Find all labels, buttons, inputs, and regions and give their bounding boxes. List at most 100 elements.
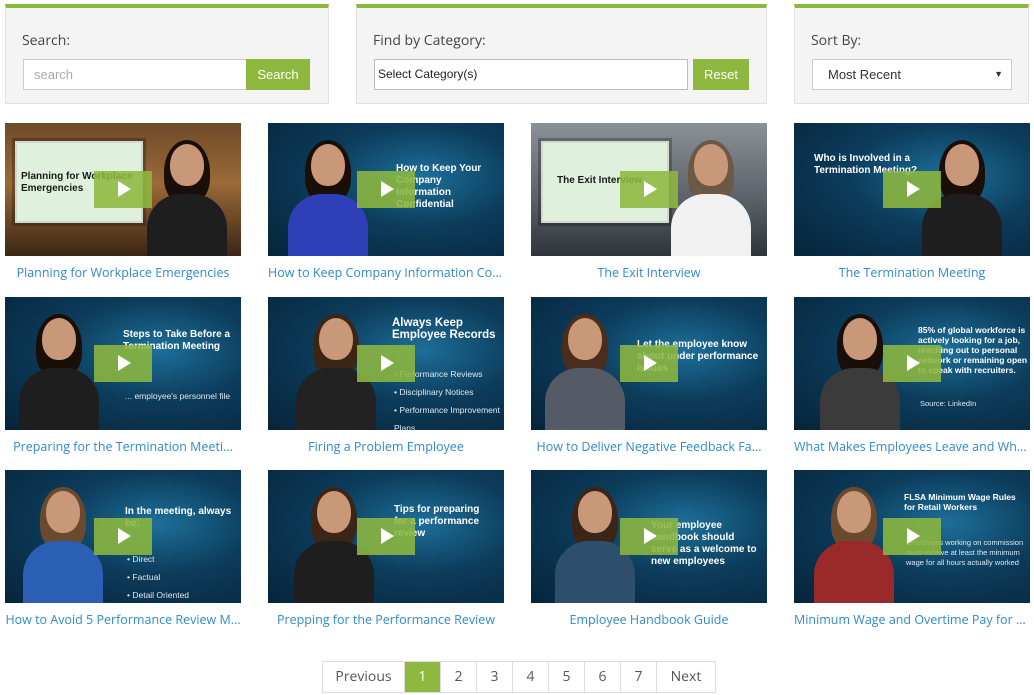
presenter-figure (19, 314, 99, 430)
presenter-head (46, 491, 80, 533)
video-thumbnail[interactable]: The Exit Interview (531, 123, 767, 256)
video-thumbnail[interactable]: How to Keep Your Company Information Con… (268, 123, 504, 256)
video-card[interactable]: How to Keep Your Company Information Con… (268, 123, 504, 281)
video-card[interactable]: Your employee handbook should serve as a… (531, 470, 767, 628)
thumbnail-bullets: Source: LinkedIn (920, 399, 1030, 409)
search-input[interactable] (23, 59, 247, 90)
video-thumbnail[interactable]: Who is Involved in a Termination Meeting… (794, 123, 1030, 256)
thumbnail-bullet-line: • Performance Improvement Plans (394, 405, 500, 430)
play-icon[interactable] (620, 171, 678, 208)
category-label: Find by Category: (373, 31, 486, 50)
presenter-head (578, 491, 612, 533)
thumbnail-bullets: ... employee's personnel file (125, 387, 235, 405)
presenter-head (311, 144, 345, 186)
play-icon[interactable] (357, 171, 415, 208)
video-thumbnail[interactable]: Tips for preparing for a performance rev… (268, 470, 504, 603)
presenter-figure (23, 487, 103, 603)
play-icon[interactable] (883, 518, 941, 555)
play-icon[interactable] (94, 345, 152, 382)
video-card[interactable]: Steps to Take Before a Termination Meeti… (5, 297, 241, 455)
category-panel: Find by Category: Select Category(s) Res… (356, 4, 767, 104)
thumbnail-caption: Always Keep Employee Records (392, 317, 496, 341)
play-icon[interactable] (883, 171, 941, 208)
next-page-button[interactable]: Next (657, 662, 715, 692)
video-thumbnail[interactable]: FLSA Minimum Wage Rules for Retail Worke… (794, 470, 1030, 603)
presenter-head (317, 491, 351, 533)
video-title-link[interactable]: The Exit Interview (531, 264, 767, 281)
sort-select-value: Most Recent (828, 67, 901, 82)
video-thumbnail[interactable]: 85% of global workforce is actively look… (794, 297, 1030, 430)
video-title-link[interactable]: Preparing for the Termination Meeti... (5, 438, 241, 455)
page-button-6[interactable]: 6 (585, 662, 621, 692)
video-card[interactable]: FLSA Minimum Wage Rules for Retail Worke… (794, 470, 1030, 628)
video-title-link[interactable]: Minimum Wage and Overtime Pay for T... (794, 611, 1030, 628)
presenter-head (568, 318, 602, 360)
presenter-figure (147, 140, 227, 256)
thumbnail-bullets: • Direct • Factual • Detail Oriented (127, 550, 237, 603)
video-title-link[interactable]: Employee Handbook Guide (531, 611, 767, 628)
reset-button[interactable]: Reset (693, 59, 749, 90)
video-thumbnail[interactable]: Planning for Workplace Emergencies (5, 123, 241, 256)
presenter-figure (288, 140, 368, 256)
video-card[interactable]: Let the employee know about under perfor… (531, 297, 767, 455)
category-select[interactable]: Select Category(s) (374, 59, 688, 90)
sort-select[interactable]: Most Recent ▼ (812, 59, 1012, 90)
video-title-link[interactable]: Firing a Problem Employee (268, 438, 504, 455)
video-thumbnail[interactable]: Your employee handbook should serve as a… (531, 470, 767, 603)
video-card[interactable]: Tips for preparing for a performance rev… (268, 470, 504, 628)
video-card[interactable]: The Exit Interview The Exit Interview (531, 123, 767, 281)
presenter-body (545, 368, 625, 430)
video-thumbnail[interactable]: Let the employee know about under perfor… (531, 297, 767, 430)
presenter-body (288, 194, 368, 256)
play-icon[interactable] (357, 345, 415, 382)
caret-down-icon: ▼ (994, 69, 1003, 79)
presenter-figure (671, 140, 751, 256)
page-button-5[interactable]: 5 (549, 662, 585, 692)
page-button-1[interactable]: 1 (405, 662, 441, 692)
play-icon[interactable] (94, 171, 152, 208)
video-title-link[interactable]: How to Keep Company Information Con... (268, 264, 504, 281)
thumbnail-bullet-line: Source: LinkedIn (920, 399, 977, 408)
sort-label: Sort By: (811, 31, 862, 50)
video-thumbnail[interactable]: Always Keep Employee Records • Performanc… (268, 297, 504, 430)
video-card[interactable]: Who is Involved in a Termination Meeting… (794, 123, 1030, 281)
video-title-link[interactable]: What Makes Employees Leave and What... (794, 438, 1030, 455)
video-title-link[interactable]: The Termination Meeting (794, 264, 1030, 281)
search-button[interactable]: Search (246, 59, 310, 90)
play-icon[interactable] (620, 518, 678, 555)
video-card[interactable]: 85% of global workforce is actively look… (794, 297, 1030, 455)
presenter-body (814, 541, 894, 603)
page-button-7[interactable]: 7 (621, 662, 657, 692)
search-label: Search: (22, 31, 71, 50)
video-card[interactable]: Planning for Workplace Emergencies Planni… (5, 123, 241, 281)
page-button-2[interactable]: 2 (441, 662, 477, 692)
previous-page-button[interactable]: Previous (323, 662, 405, 692)
presenter-figure (545, 314, 625, 430)
page-button-4[interactable]: 4 (513, 662, 549, 692)
thumbnail-bullet-line: • Detail Oriented (127, 590, 190, 600)
presenter-body (23, 541, 103, 603)
video-title-link[interactable]: How to Avoid 5 Performance Review M... (5, 611, 241, 628)
presenter-figure (814, 487, 894, 603)
play-icon[interactable] (620, 345, 678, 382)
video-card[interactable]: In the meeting, always be:• Direct• Fact… (5, 470, 241, 628)
presenter-body (671, 194, 751, 256)
video-thumbnail[interactable]: Steps to Take Before a Termination Meeti… (5, 297, 241, 430)
play-icon[interactable] (357, 518, 415, 555)
presenter-head (837, 491, 871, 533)
video-card[interactable]: Always Keep Employee Records • Performanc… (268, 297, 504, 455)
presenter-head (945, 144, 979, 186)
play-icon[interactable] (883, 345, 941, 382)
video-title-link[interactable]: Prepping for the Performance Review (268, 611, 504, 628)
video-thumbnail[interactable]: In the meeting, always be:• Direct• Fact… (5, 470, 241, 603)
pagination: Previous 1 2 3 4 5 6 7 Next (322, 661, 716, 693)
video-title-link[interactable]: Planning for Workplace Emergencies (5, 264, 241, 281)
thumbnail-caption: FLSA Minimum Wage Rules for Retail Worke… (904, 492, 1016, 512)
presenter-head (319, 318, 353, 360)
presenter-body (19, 368, 99, 430)
presenter-head (170, 144, 204, 186)
page-button-3[interactable]: 3 (477, 662, 513, 692)
play-icon[interactable] (94, 518, 152, 555)
thumbnail-bullet-line: • Disciplinary Notices (394, 387, 474, 397)
video-title-link[interactable]: How to Deliver Negative Feedback Fa... (531, 438, 767, 455)
